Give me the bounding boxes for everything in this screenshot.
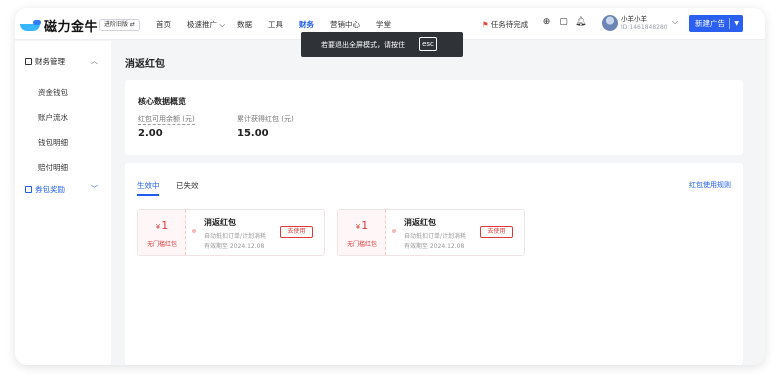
esc-key: esc [419, 37, 437, 51]
use-coupon-button[interactable]: 去使用 [480, 226, 513, 238]
document-icon[interactable]: ▢ [558, 17, 569, 28]
avatar[interactable] [602, 15, 618, 31]
nav-marketing-center[interactable]: 营销中心 [330, 19, 360, 30]
new-ad-button[interactable]: 新建广告 ▼ [689, 15, 743, 32]
sidebar-item-compensation[interactable]: 赔付明细 [38, 162, 68, 173]
rules-link[interactable]: 红包使用规则 [689, 180, 731, 190]
chevron-up-icon[interactable]: ︿ [91, 56, 98, 66]
chevron-down-icon[interactable]: ⌵ [672, 17, 678, 27]
coupon-expiry: 有效期至 2024.12.08 [204, 243, 265, 250]
coupon-currency: ¥ [355, 223, 361, 231]
nav-finance[interactable]: 财务 [299, 19, 314, 30]
sidebar-group-label: 财务管理 [35, 57, 65, 66]
overview-title: 核心数据概览 [138, 97, 186, 106]
user-id: ID:1461848280 [621, 24, 668, 31]
nav-home[interactable]: 首页 [156, 19, 171, 30]
tab-indicator [137, 194, 159, 196]
coupon-icon [25, 186, 32, 193]
page-title: 消返红包 [125, 59, 165, 70]
stat-value-total: 15.00 [237, 128, 269, 139]
coupon-name: 消返红包 [204, 218, 236, 227]
coupon-amount-value: 1 [161, 219, 169, 232]
coupon-amount: ¥1 [138, 219, 186, 232]
logo[interactable]: 磁力金牛 [20, 16, 98, 35]
coupon-expiry: 有效期至 2024.12.08 [404, 243, 465, 250]
toast-message: 若要退出全屏模式，请按住 [321, 41, 405, 49]
sidebar: 财务管理 ︿ 资金钱包 账户流水 钱包明细 赔付明细 券包奖励 ﹀ [15, 41, 111, 365]
logo-icon [20, 19, 42, 32]
use-coupon-button[interactable]: 去使用 [280, 226, 313, 238]
coupons-card: 生效中 已失效 红包使用规则 ¥1 无门槛红包 消返红包 自动抵扣订单/计划消耗… [125, 163, 743, 365]
flag-icon: ⚑ [482, 20, 489, 29]
chevron-down-icon[interactable]: ﹀ [91, 184, 98, 194]
button-divider [729, 18, 730, 29]
stat-label-balance[interactable]: 红包可用余额 (元) [138, 114, 195, 125]
sidebar-item-wallet[interactable]: 资金钱包 [38, 87, 68, 98]
wallet-icon [25, 58, 32, 65]
coupon-amount-panel [338, 210, 386, 255]
coupon-amount-value: 1 [361, 219, 369, 232]
tab-active[interactable]: 生效中 [137, 180, 160, 191]
logo-text: 磁力金牛 [44, 20, 99, 35]
stat-value-balance: 2.00 [138, 128, 163, 139]
coupon-amount: ¥1 [338, 219, 386, 232]
task-pending[interactable]: ⚑ 任务待完成 [482, 19, 528, 30]
app-window: 磁力金牛 进阶旧版 ⇄ 首页 极速推广 ⌵ 数据 工具 财务 营销中心 学堂 ⚑… [15, 8, 765, 365]
version-switch-chip[interactable]: 进阶旧版 ⇄ [99, 19, 140, 31]
nav-data[interactable]: 数据 [237, 19, 252, 30]
task-label: 任务待完成 [490, 20, 529, 29]
tab-expired[interactable]: 已失效 [176, 180, 199, 191]
sidebar-item-wallet-detail[interactable]: 钱包明细 [38, 137, 68, 148]
user-name: 小羊小羊 [621, 15, 647, 23]
nav-promotion[interactable]: 极速推广 ⌵ [187, 19, 225, 30]
sidebar-item-account-flow[interactable]: 账户流水 [38, 112, 68, 123]
new-ad-label: 新建广告 [695, 19, 725, 28]
coupon-divider-dot [392, 229, 396, 233]
overview-card: 核心数据概览 红包可用余额 (元) 2.00 累计获得红包 (元) 15.00 [125, 80, 743, 155]
download-icon[interactable]: ⊕ [541, 17, 552, 28]
coupon-description: 自动抵扣订单/计划消耗 [404, 233, 467, 240]
bell-icon[interactable]: 🔔︎ [575, 17, 586, 28]
coupon-condition: 无门槛红包 [146, 241, 177, 248]
nav-tools[interactable]: 工具 [268, 19, 283, 30]
coupon-name: 消返红包 [404, 218, 436, 227]
coupon-card: ¥1 无门槛红包 消返红包 自动抵扣订单/计划消耗 有效期至 2024.12.0… [137, 209, 325, 256]
coupon-condition: 无门槛红包 [346, 241, 377, 248]
coupon-divider-dot [192, 229, 196, 233]
coupon-amount-panel [138, 210, 186, 255]
coupon-currency: ¥ [155, 223, 161, 231]
coupon-card: ¥1 无门槛红包 消返红包 自动抵扣订单/计划消耗 有效期至 2024.12.0… [337, 209, 525, 256]
coupon-description: 自动抵扣订单/计划消耗 [204, 233, 267, 240]
sidebar-group-finance[interactable]: 财务管理 [25, 56, 65, 67]
stat-label-total: 累计获得红包 (元) [237, 115, 294, 123]
sidebar-group-coupons[interactable]: 券包奖励 [25, 184, 65, 195]
caret-down-icon[interactable]: ▼ [734, 15, 739, 32]
fullscreen-toast: 若要退出全屏模式，请按住 esc [301, 32, 463, 57]
sidebar-active-label: 券包奖励 [35, 185, 65, 194]
nav-academy[interactable]: 学堂 [376, 19, 391, 30]
